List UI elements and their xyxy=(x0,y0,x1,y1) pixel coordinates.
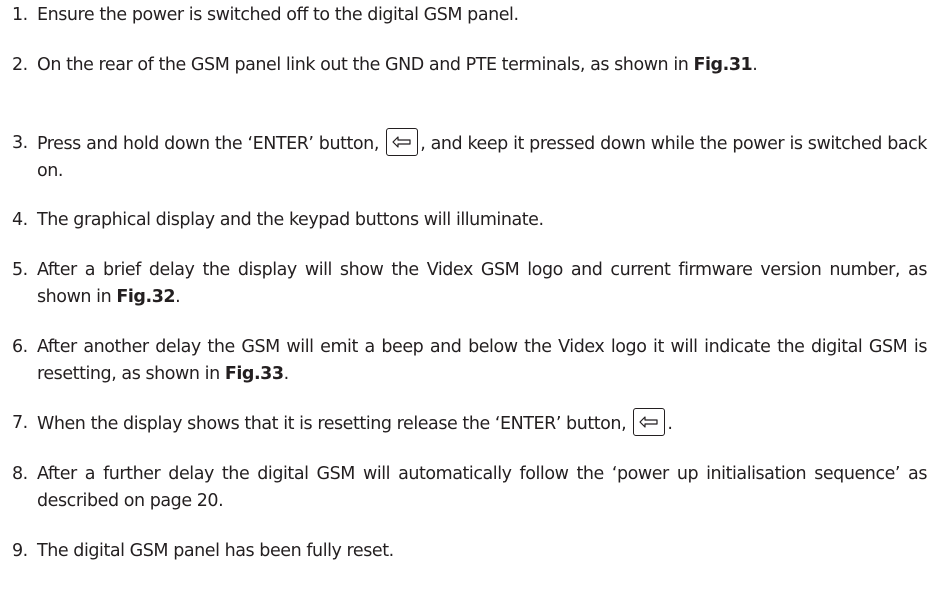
step-7: 7. When the display shows that it is res… xyxy=(12,408,927,438)
step-text-content: When the display shows that it is resett… xyxy=(37,414,627,434)
step-text-content: On the rear of the GSM panel link out th… xyxy=(37,55,689,75)
step-1: 1. Ensure the power is switched off to t… xyxy=(12,2,927,29)
instruction-page: 1. Ensure the power is switched off to t… xyxy=(0,0,941,612)
step-text-content: After another delay the GSM will emit a … xyxy=(37,337,927,384)
step-4: 4. The graphical display and the keypad … xyxy=(12,207,927,234)
step-text: Ensure the power is switched off to the … xyxy=(37,2,927,29)
step-text-content: Press and hold down the ‘ENTER’ button, xyxy=(37,134,379,154)
step-text-content: The digital GSM panel has been fully res… xyxy=(37,541,394,561)
step-number: 2. xyxy=(12,55,28,75)
step-9: 9. The digital GSM panel has been fully … xyxy=(12,538,927,565)
step-number: 5. xyxy=(12,260,28,280)
step-3: 3. Press and hold down the ‘ENTER’ butto… xyxy=(12,128,927,185)
step-number: 6. xyxy=(12,337,28,357)
figure-reference: Fig.31 xyxy=(693,55,753,75)
step-text-content: After a further delay the digital GSM wi… xyxy=(37,464,927,511)
step-5: 5. After a brief delay the display will … xyxy=(12,257,927,311)
step-text: When the display shows that it is resett… xyxy=(37,408,927,438)
step-text: After another delay the GSM will emit a … xyxy=(37,334,927,388)
figure-reference: Fig.32 xyxy=(116,287,176,307)
step-text: The digital GSM panel has been fully res… xyxy=(37,538,927,565)
step-number: 9. xyxy=(12,541,28,561)
step-number: 7. xyxy=(12,413,28,433)
step-text-end: . xyxy=(752,55,758,75)
step-text: Press and hold down the ‘ENTER’ button, … xyxy=(37,128,927,185)
step-2: 2. On the rear of the GSM panel link out… xyxy=(12,52,927,79)
step-text-end: . xyxy=(667,414,673,434)
figure-reference: Fig.33 xyxy=(224,364,284,384)
step-text: After a brief delay the display will sho… xyxy=(37,257,927,311)
enter-key-icon xyxy=(386,128,419,156)
step-text: The graphical display and the keypad but… xyxy=(37,207,927,234)
step-number: 8. xyxy=(12,464,28,484)
step-number: 1. xyxy=(12,5,28,25)
step-text: On the rear of the GSM panel link out th… xyxy=(37,52,927,79)
step-text-end: . xyxy=(175,287,181,307)
step-text: After a further delay the digital GSM wi… xyxy=(37,461,927,515)
step-6: 6. After another delay the GSM will emit… xyxy=(12,334,927,388)
step-text-end: . xyxy=(283,364,290,384)
step-text-content: Ensure the power is switched off to the … xyxy=(37,5,519,25)
step-text-content: The graphical display and the keypad but… xyxy=(37,210,544,230)
enter-key-icon xyxy=(633,408,666,436)
step-number: 4. xyxy=(12,210,28,230)
step-8: 8. After a further delay the digital GSM… xyxy=(12,461,927,515)
step-number: 3. xyxy=(12,133,28,153)
